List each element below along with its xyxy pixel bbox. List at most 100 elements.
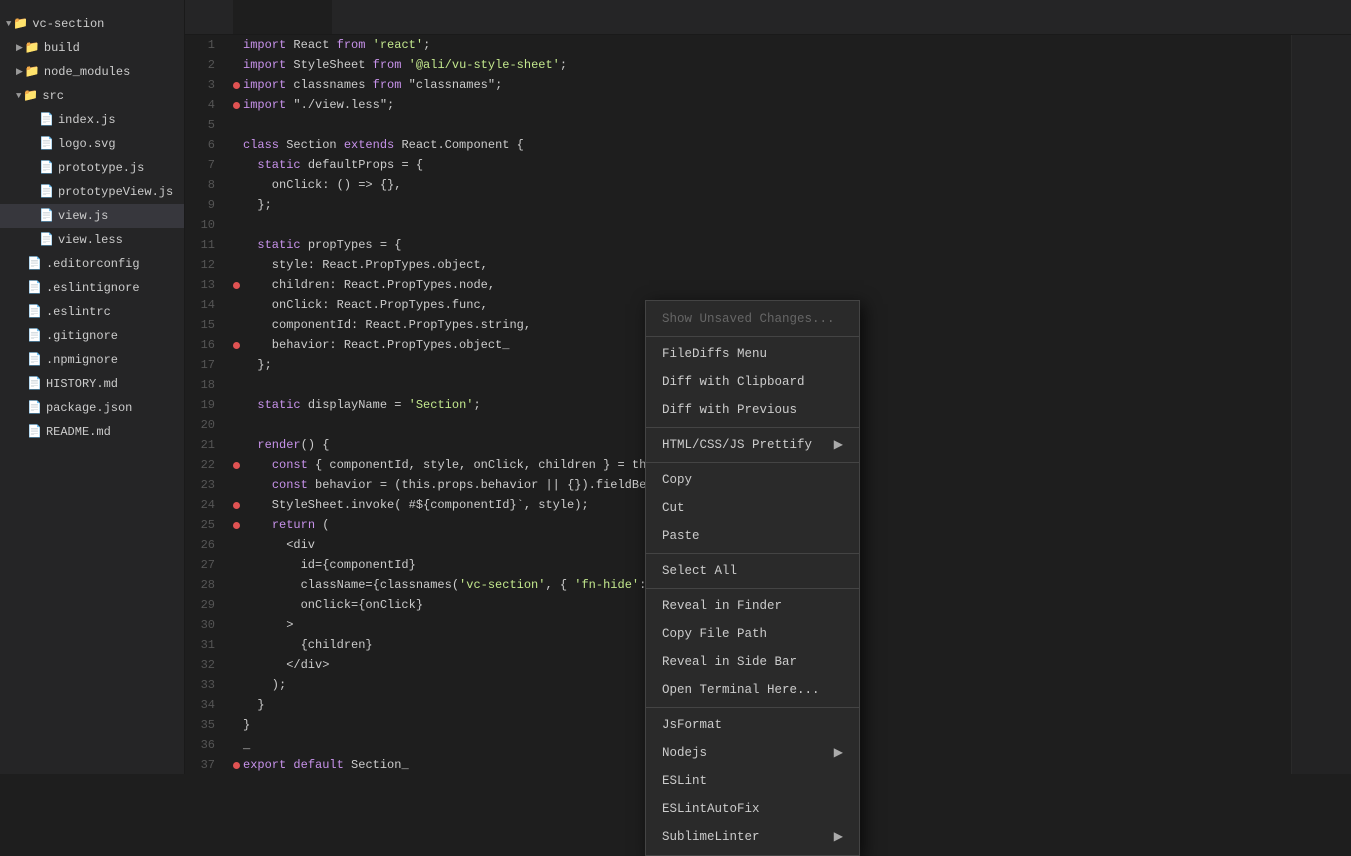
line-number: 8	[189, 175, 215, 195]
sidebar-item-vc-section[interactable]: ▼📁vc-section	[0, 12, 184, 36]
sidebar-item-README.md[interactable]: 📄README.md	[0, 420, 184, 444]
line-number: 2	[189, 55, 215, 75]
sidebar-item-node_modules[interactable]: ▶📁node_modules	[0, 60, 184, 84]
dot-placeholder	[16, 285, 23, 292]
file-icon: 📄	[39, 110, 54, 130]
context-menu-item-diff-clipboard[interactable]: Diff with Clipboard	[646, 368, 859, 396]
sidebar-item-view.js[interactable]: 📄view.js	[0, 204, 184, 228]
sidebar-item-prototype.js[interactable]: 📄prototype.js	[0, 156, 184, 180]
folder-arrow-icon: ▶	[16, 62, 23, 82]
context-menu-divider	[646, 588, 859, 589]
context-menu-item-html-prettify[interactable]: HTML/CSS/JS Prettify▶	[646, 431, 859, 459]
context-menu-item-select-all[interactable]: Select All	[646, 557, 859, 585]
context-menu-item-label: Open Terminal Here...	[662, 681, 820, 699]
code-text: render() {	[243, 435, 329, 455]
line-number: 4	[189, 95, 215, 115]
code-text: behavior: React.PropTypes.object_	[243, 335, 509, 355]
nav-next-button[interactable]	[209, 0, 233, 34]
code-text: static defaultProps = {	[243, 155, 423, 175]
context-menu-item-sublime-linter[interactable]: SublimeLinter ▶	[646, 823, 859, 851]
code-text: const { componentId, style, onClick, chi…	[243, 455, 646, 475]
dot-placeholder	[16, 309, 23, 316]
file-tree: ▼📁vc-section▶📁build▶📁node_modules▼📁src📄i…	[0, 12, 184, 444]
code-text: static propTypes = {	[243, 235, 401, 255]
context-menu: Show Unsaved Changes... FileDiffs Menu Dif…	[645, 300, 860, 856]
context-menu-item-label: FileDiffs Menu	[662, 345, 767, 363]
error-dot	[233, 282, 240, 289]
context-menu-item-copy-file-path[interactable]: Copy File Path	[646, 620, 859, 648]
line-number: 31	[189, 635, 215, 655]
sidebar-item-.gitignore[interactable]: 📄.gitignore	[0, 324, 184, 348]
sidebar-item-.eslintrc[interactable]: 📄.eslintrc	[0, 300, 184, 324]
context-menu-item-eslint[interactable]: ESLint	[646, 767, 859, 795]
line-number: 9	[189, 195, 215, 215]
code-text: };	[243, 195, 272, 215]
code-text: onClick: () => {},	[243, 175, 401, 195]
submenu-arrow-icon: ▶	[834, 828, 843, 846]
sidebar-item-index.js[interactable]: 📄index.js	[0, 108, 184, 132]
context-menu-item-nodejs[interactable]: Nodejs▶	[646, 739, 859, 767]
item-label: .gitignore	[46, 326, 118, 346]
context-menu-item-reveal-finder[interactable]: Reveal in Finder	[646, 592, 859, 620]
folder-icon: 📁	[25, 38, 40, 58]
file-icon: 📄	[27, 398, 42, 418]
line-number: 7	[189, 155, 215, 175]
code-text: componentId: React.PropTypes.string,	[243, 315, 531, 335]
context-menu-item-open-terminal[interactable]: Open Terminal Here...	[646, 676, 859, 704]
sidebar-item-package.json[interactable]: 📄package.json	[0, 396, 184, 420]
line-number: 17	[189, 355, 215, 375]
dot-placeholder	[28, 213, 35, 220]
context-menu-item-file-diffs[interactable]: FileDiffs Menu	[646, 340, 859, 368]
sidebar-item-HISTORY.md[interactable]: 📄HISTORY.md	[0, 372, 184, 396]
context-menu-item-label: SublimeLinter	[662, 828, 760, 846]
item-label: .eslintrc	[46, 302, 111, 322]
item-label: src	[42, 86, 64, 106]
context-menu-item-label: Diff with Clipboard	[662, 373, 805, 391]
sidebar-item-.eslintignore[interactable]: 📄.eslintignore	[0, 276, 184, 300]
line-number: 1	[189, 35, 215, 55]
folder-arrow-icon: ▼	[16, 86, 21, 106]
code-line	[233, 215, 1291, 235]
code-text: _	[243, 735, 250, 755]
tab-viewjs[interactable]	[233, 0, 333, 34]
error-dot	[233, 502, 240, 509]
sidebar-item-.npmignore[interactable]: 📄.npmignore	[0, 348, 184, 372]
context-menu-item-eslint-autofix[interactable]: ESLintAutoFix	[646, 795, 859, 823]
nav-prev-button[interactable]	[185, 0, 209, 34]
item-label: view.less	[58, 230, 123, 250]
context-menu-item-label: Copy	[662, 471, 692, 489]
sidebar-item-prototypeView.js[interactable]: 📄prototypeView.js	[0, 180, 184, 204]
context-menu-item-diff-previous[interactable]: Diff with Previous	[646, 396, 859, 424]
sidebar-title	[0, 4, 184, 12]
code-text: <div	[243, 535, 315, 555]
context-menu-item-reveal-sidebar[interactable]: Reveal in Side Bar	[646, 648, 859, 676]
code-line: class Section extends React.Component {	[233, 135, 1291, 155]
folder-icon: 📁	[13, 14, 28, 34]
sidebar-item-build[interactable]: ▶📁build	[0, 36, 184, 60]
code-line: style: React.PropTypes.object,	[233, 255, 1291, 275]
line-number: 24	[189, 495, 215, 515]
code-text: >	[243, 615, 293, 635]
file-icon: 📄	[27, 254, 42, 274]
sidebar-item-src[interactable]: ▼📁src	[0, 84, 184, 108]
code-text: </div>	[243, 655, 329, 675]
error-dot	[233, 522, 240, 529]
context-menu-item-label: Cut	[662, 499, 685, 517]
dot-placeholder	[16, 261, 23, 268]
sidebar-item-.editorconfig[interactable]: 📄.editorconfig	[0, 252, 184, 276]
line-number: 19	[189, 395, 215, 415]
item-label: build	[44, 38, 80, 58]
context-menu-item-label: Show Unsaved Changes...	[662, 310, 835, 328]
context-menu-item-jsformat[interactable]: JsFormat	[646, 711, 859, 739]
context-menu-divider	[646, 336, 859, 337]
sidebar-item-logo.svg[interactable]: 📄logo.svg	[0, 132, 184, 156]
code-text: children: React.PropTypes.node,	[243, 275, 495, 295]
item-label: prototypeView.js	[58, 182, 173, 202]
context-menu-item-paste[interactable]: Paste	[646, 522, 859, 550]
context-menu-item-label: ESLint	[662, 772, 707, 790]
context-menu-item-cut[interactable]: Cut	[646, 494, 859, 522]
sidebar-item-view.less[interactable]: 📄view.less	[0, 228, 184, 252]
folder-arrow-icon: ▶	[16, 38, 23, 58]
dot-placeholder	[28, 141, 35, 148]
context-menu-item-copy[interactable]: Copy	[646, 466, 859, 494]
